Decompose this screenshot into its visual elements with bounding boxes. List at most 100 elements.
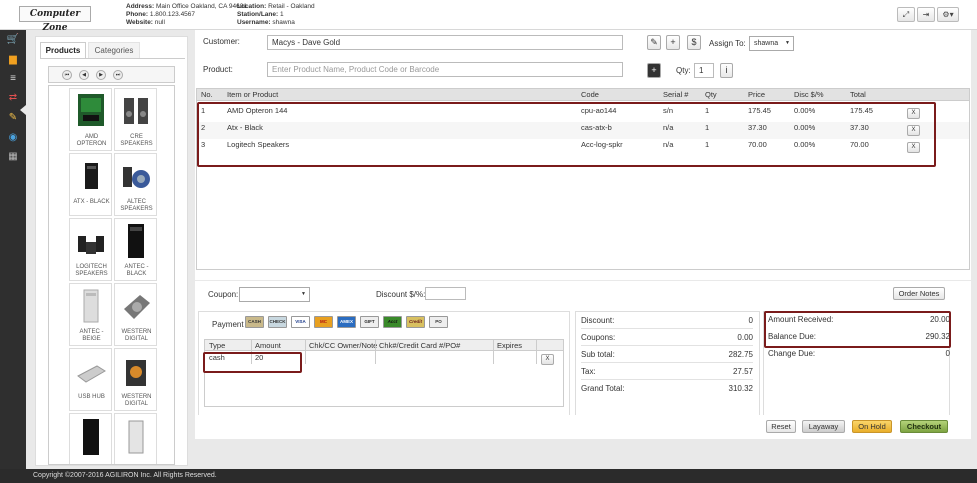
reset-button[interactable]: Reset [766,420,796,433]
remove-item-button[interactable]: X [907,142,920,153]
tab-products[interactable]: Products [40,42,86,59]
next-icon: ▶ [99,72,103,78]
cash-payment-icon[interactable]: CASH [245,316,264,328]
col-total: Total [850,90,866,99]
amex-icon[interactable]: AMEX [337,316,356,328]
received-label: Amount Received: [768,315,834,324]
balance-value: 290.32 [925,332,950,341]
page-footer: Copyright ©2007-2016 AGILIRON Inc. All R… [0,469,977,483]
hard-drive-image [124,295,150,319]
gift-card-icon[interactable]: GIFT [360,316,379,328]
add-customer-button[interactable]: + [666,35,680,50]
edit-customer-button[interactable]: ✎ [647,35,661,50]
col-no: No. [201,90,213,99]
dollar-icon: $ [691,37,697,47]
product-tile[interactable]: WESTERN DIGITAL [114,348,157,411]
col-divider [375,340,376,364]
cart-row[interactable]: 3 Logitech Speakers Acc-log-spkr n/a 1 7… [197,139,969,156]
price-level-button[interactable]: $ [687,35,701,50]
register-icon[interactable]: ≡ [6,73,20,85]
row-qty[interactable]: 1 [705,105,709,117]
layaway-button[interactable]: Layaway [802,420,845,433]
assign-to-select[interactable]: shawna [749,36,794,51]
edit-icon[interactable]: ✎ [6,112,20,124]
coupon-select[interactable] [239,287,310,302]
prev-page-button[interactable]: ◀ [79,70,89,80]
coupon-label: Coupon: [208,290,239,299]
last-page-button[interactable]: ⏭ [113,70,123,80]
received-value: 20.00 [929,315,950,324]
col-qty: Qty [705,90,717,99]
money-icon[interactable]: ◉ [6,132,20,144]
mastercard-icon[interactable]: MC [314,316,333,328]
row-qty[interactable]: 1 [705,122,709,134]
tab-categories[interactable]: Categories [88,42,140,59]
row-price[interactable]: 175.45 [748,105,771,117]
usb-hub-image [77,365,106,383]
product-tile[interactable]: ANTEC - BLACK [114,218,157,281]
row-qty[interactable]: 1 [705,139,709,151]
logout-button[interactable]: ⇥ [917,7,935,22]
checkout-button[interactable]: Checkout [900,420,948,433]
on-hold-button[interactable]: On Hold [852,420,892,433]
row-serial[interactable]: n/a [663,122,673,134]
col-divider [493,340,494,364]
row-item: AMD Opteron 144 [227,106,288,115]
cart-icon[interactable]: 🛒 [6,34,20,46]
expand-button[interactable]: ⤢ [897,7,915,22]
product-tile[interactable]: ANTEC - BEIGE [69,283,112,346]
remove-item-button[interactable]: X [907,108,920,119]
row-code: cas-atx-b [581,123,612,132]
product-tile[interactable]: AMD OPTERON [69,88,112,151]
product-tile[interactable] [114,413,157,464]
remove-item-button[interactable]: X [907,125,920,136]
visa-icon[interactable]: VISA [291,316,310,328]
row-serial[interactable]: s/n [663,105,673,117]
cart-row[interactable]: 1 AMD Opteron 144 cpu-ao144 s/n 1 175.45… [197,105,969,122]
product-tile[interactable] [69,413,112,464]
customer-input[interactable]: Macys - Dave Gold [267,35,623,50]
row-serial[interactable]: n/a [663,139,673,151]
tile-label: WESTERN DIGITAL [121,329,152,342]
row-price[interactable]: 70.00 [748,139,767,151]
add-product-button[interactable]: + [647,63,661,78]
grid-icon[interactable]: ▦ [6,151,20,163]
tower-case-image [83,419,99,455]
next-page-button[interactable]: ▶ [96,70,106,80]
account-icon[interactable]: Acct [383,316,402,328]
first-page-button[interactable]: ⏮ [62,70,72,80]
credit-icon[interactable]: Credit [406,316,425,328]
product-tile[interactable]: LOGITECH SPEAKERS [69,218,112,281]
payment-amount-input[interactable]: 20 [255,352,263,364]
product-info-button[interactable]: i [720,63,733,78]
product-search-input[interactable]: Enter Product Name, Product Code or Barc… [267,62,623,77]
check-payment-icon[interactable]: CHECK [268,316,287,328]
row-disc[interactable]: 0.00% [794,139,815,151]
settings-button[interactable]: ⚙▾ [937,7,959,22]
row-disc[interactable]: 0.00% [794,122,815,134]
total-label: Grand Total: [581,384,625,393]
row-no: 3 [201,140,206,149]
store-contact-info: Address: Main Office Oakland, CA 94601 P… [126,3,247,27]
order-area: Customer: Macys - Dave Gold ✎ + $ Assign… [195,30,971,280]
subtotal-row: Sub total: 282.75 [581,347,753,363]
first-icon: ⏮ [64,72,70,78]
product-tile[interactable]: CRE SPEAKERS [114,88,157,151]
product-tile[interactable]: USB HUB [69,348,112,411]
col-divider [305,340,306,364]
remove-payment-button[interactable]: X [541,354,554,365]
payment-type-value[interactable]: cash [209,352,225,364]
product-tile[interactable]: ALTEC SPEAKERS [114,153,157,216]
product-tile[interactable]: WESTERN DIGITAL [114,283,157,346]
row-price[interactable]: 37.30 [748,122,767,134]
row-item: Logitech Speakers [227,140,290,149]
discount-input[interactable] [425,287,466,300]
qty-input[interactable]: 1 [694,63,714,78]
order-notes-button[interactable]: Order Notes [893,287,945,300]
product-tile[interactable]: ATX - BLACK [69,153,112,216]
basket-icon[interactable]: ▆ [6,54,20,66]
purchase-order-icon[interactable]: PO [429,316,448,328]
cart-row[interactable]: 2 Atx - Black cas-atx-b n/a 1 37.30 0.00… [197,122,969,139]
transfer-icon[interactable]: ⇄ [6,92,20,104]
row-disc[interactable]: 0.00% [794,105,815,117]
